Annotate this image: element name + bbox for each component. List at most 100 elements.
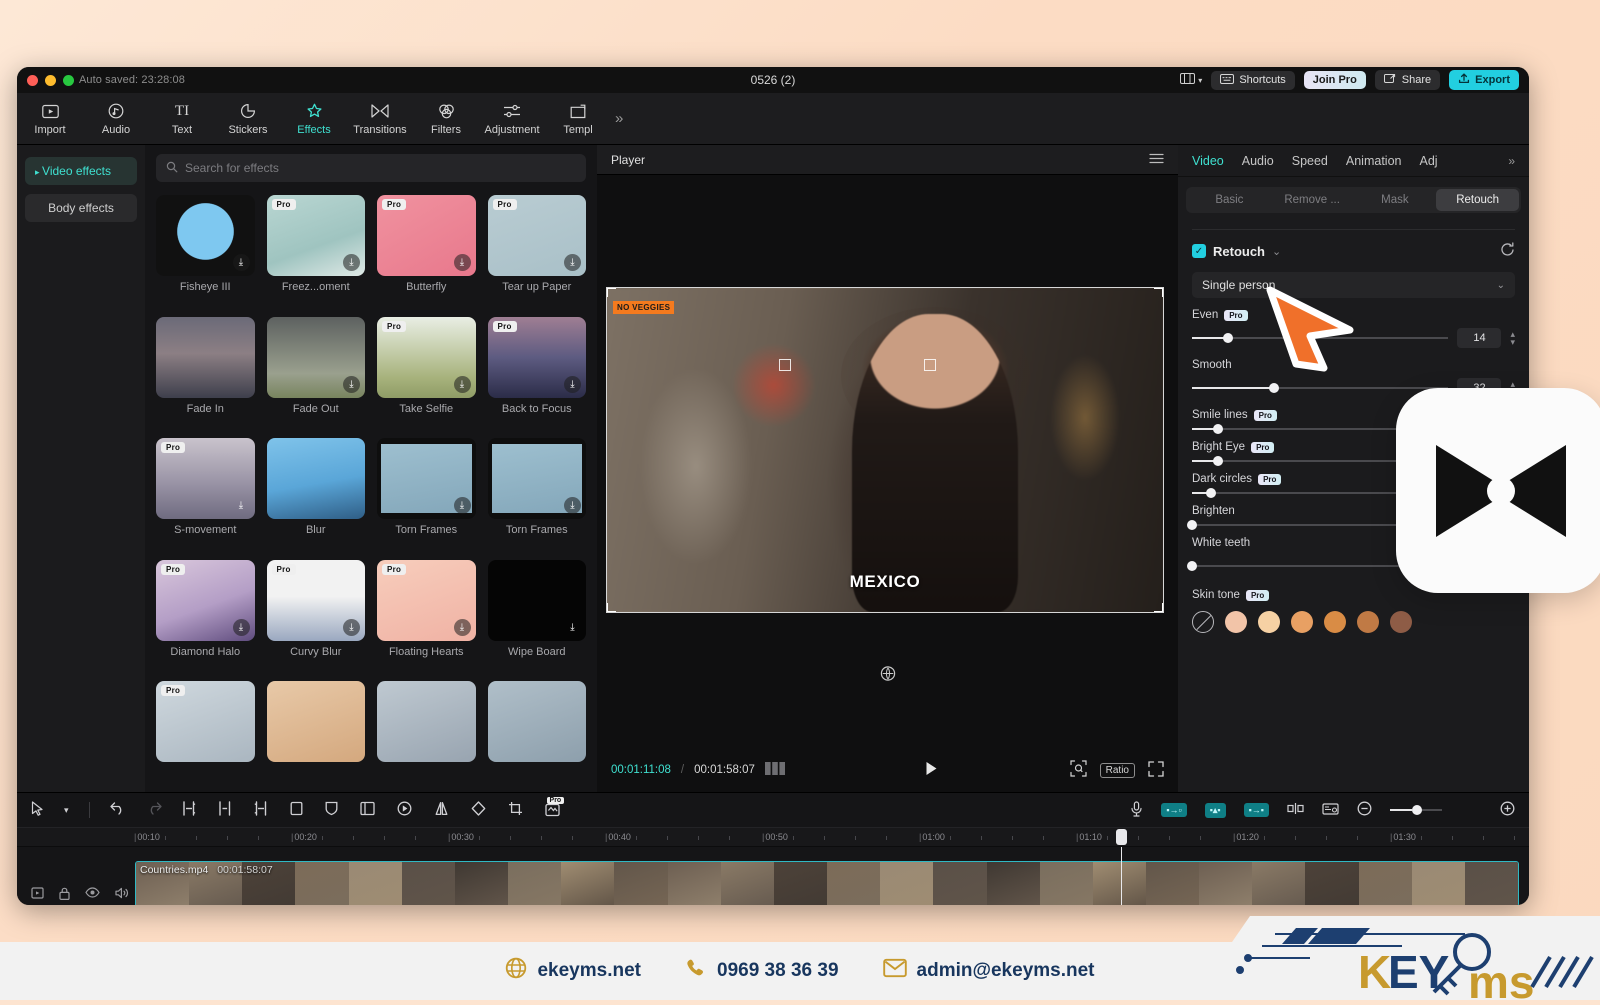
ribbon-item-stickers[interactable]: Stickers	[215, 102, 281, 136]
slider-value[interactable]: 14	[1457, 328, 1502, 348]
effect-thumbnail[interactable]: Pro ⤓	[487, 316, 586, 398]
download-icon[interactable]: ⤓	[343, 375, 360, 393]
effect-thumbnail[interactable]: Pro ⤓	[156, 438, 255, 520]
footer-email[interactable]: admin@ekeyms.net	[882, 958, 1095, 984]
effect-thumbnail[interactable]: Pro ⤓	[377, 316, 476, 398]
inspector-tab-speed[interactable]: Speed	[1292, 154, 1328, 168]
snapshot-icon[interactable]	[1322, 802, 1339, 819]
ribbon-item-transitions[interactable]: Transitions	[347, 102, 413, 136]
effect-thumbnail[interactable]	[266, 681, 365, 763]
slider-knob[interactable]	[1187, 520, 1197, 530]
inspector-tab-video[interactable]: Video	[1192, 154, 1224, 168]
mirror-icon[interactable]	[434, 801, 449, 819]
download-icon[interactable]: ⤓	[232, 618, 250, 636]
effect-item[interactable]	[487, 681, 586, 785]
skin-tone-swatch[interactable]	[1324, 611, 1346, 633]
align-icon[interactable]	[1287, 802, 1304, 818]
download-icon[interactable]: ⤓	[453, 618, 471, 636]
handle-bottom-left[interactable]	[607, 603, 616, 612]
eye-icon[interactable]	[85, 887, 100, 903]
effect-thumbnail[interactable]: Pro	[156, 681, 255, 763]
selection-handles-mid[interactable]	[607, 359, 1163, 437]
effect-item[interactable]: ⤓ Torn Frames	[377, 438, 476, 554]
caption-c-icon[interactable]: ▪→▪	[1243, 803, 1269, 817]
download-icon[interactable]: ⤓	[453, 497, 471, 515]
fullscreen-icon[interactable]	[1148, 760, 1164, 780]
timeline-ruler[interactable]: 00:10 00:20 00:30 00:40 00:50 01:00 01:10 01:20…	[17, 827, 1529, 847]
rotate-icon[interactable]	[471, 801, 486, 819]
search-input[interactable]: Search for effects	[156, 154, 586, 182]
effect-item[interactable]: ⤓ Fade Out	[266, 316, 365, 433]
split-icon[interactable]	[218, 801, 232, 819]
play-button[interactable]	[925, 761, 938, 780]
handle-top-left[interactable]	[607, 288, 616, 297]
shield-icon[interactable]	[325, 801, 338, 819]
effect-item[interactable]: Pro ⤓ Floating Hearts	[377, 559, 476, 676]
effect-item[interactable]: Pro ⤓ Curvy Blur	[266, 559, 365, 676]
share-button[interactable]: Share	[1374, 70, 1441, 90]
lock-icon[interactable]	[59, 887, 70, 903]
segment-mask[interactable]: Mask	[1354, 189, 1437, 211]
effect-item[interactable]	[377, 681, 476, 785]
handle-top-right[interactable]	[1154, 288, 1163, 297]
effect-thumbnail[interactable]: ⤓	[156, 195, 255, 276]
effect-item[interactable]: Pro ⤓ Back to Focus	[487, 316, 586, 433]
handle-bottom-right[interactable]	[1154, 603, 1163, 612]
ratio-button[interactable]: Ratio	[1099, 762, 1135, 778]
layout-switch-button[interactable]: ▾	[1180, 73, 1202, 87]
retouch-checkbox[interactable]: ✓	[1192, 244, 1206, 258]
inspector-tab-adj[interactable]: Adj	[1419, 154, 1437, 168]
effect-thumbnail[interactable]: ⤓	[377, 438, 476, 520]
retouch-toggle-row[interactable]: ✓ Retouch ⌄	[1192, 242, 1515, 260]
crop-frame-icon[interactable]	[359, 801, 375, 819]
download-icon[interactable]: ⤓	[232, 254, 250, 271]
effect-item[interactable]: Pro ⤓ S-movement	[156, 438, 255, 554]
ribbon-item-text[interactable]: TI Text	[149, 102, 215, 136]
skin-tone-swatch[interactable]	[1357, 611, 1379, 633]
effect-item[interactable]: Blur	[266, 438, 365, 554]
inspector-tabs-more-icon[interactable]: »	[1508, 154, 1515, 168]
skin-tone-swatch[interactable]	[1258, 611, 1280, 633]
skin-tone-none[interactable]	[1192, 611, 1214, 633]
effect-thumbnail[interactable]	[487, 681, 586, 763]
slider-knob[interactable]	[1212, 456, 1223, 466]
crop-icon[interactable]	[508, 801, 523, 819]
delete-icon[interactable]	[290, 801, 303, 819]
effect-thumbnail[interactable]: Pro ⤓	[266, 195, 365, 276]
effect-item[interactable]: Pro ⤓ Take Selfie	[377, 316, 476, 433]
split-right-icon[interactable]	[254, 801, 268, 819]
sidebar-item-video-effects[interactable]: Video effects	[25, 157, 137, 185]
mute-icon[interactable]	[115, 887, 130, 903]
effect-thumbnail[interactable]: ⤓	[487, 438, 586, 520]
join-pro-button[interactable]: Join Pro	[1303, 71, 1366, 89]
effect-thumbnail[interactable]: Pro ⤓	[377, 195, 476, 276]
download-icon[interactable]: ⤓	[343, 254, 360, 271]
caption-b-icon[interactable]: ▪▴▪	[1204, 802, 1226, 818]
ribbon-item-template[interactable]: Templ	[545, 102, 611, 136]
ribbon-item-import[interactable]: Import	[17, 102, 83, 136]
handle-mid-right[interactable]	[923, 359, 936, 372]
download-icon[interactable]: ⤓	[564, 619, 581, 636]
effect-item[interactable]: Pro ⤓ Tear up Paper	[487, 195, 586, 311]
sidebar-item-body-effects[interactable]: Body effects	[25, 194, 137, 222]
ribbon-item-audio[interactable]: Audio	[83, 102, 149, 136]
close-window-button[interactable]	[27, 74, 38, 86]
segment-retouch[interactable]: Retouch	[1436, 189, 1519, 211]
zoom-slider[interactable]	[1390, 805, 1442, 815]
effect-item[interactable]: Pro ⤓ Freez...oment	[266, 195, 365, 311]
download-icon[interactable]: ⤓	[564, 254, 581, 271]
footer-phone[interactable]: 0969 38 36 39	[685, 957, 839, 985]
effect-item[interactable]: Pro ⤓ Diamond Halo	[156, 559, 255, 676]
ribbon-more-button[interactable]: »	[615, 110, 623, 127]
segment-remove[interactable]: Remove ...	[1271, 189, 1354, 211]
maximize-window-button[interactable]	[63, 74, 74, 86]
effect-thumbnail[interactable]: ⤓	[487, 559, 586, 641]
download-icon[interactable]: ⤓	[233, 497, 250, 514]
slider-stepper[interactable]: ▴▾	[1510, 330, 1515, 347]
effect-thumbnail[interactable]: Pro ⤓	[487, 195, 586, 276]
effect-item[interactable]: ⤓ Torn Frames	[487, 438, 586, 554]
segment-basic[interactable]: Basic	[1188, 189, 1271, 211]
select-arrow-icon[interactable]	[31, 801, 44, 819]
zoom-in-icon[interactable]	[1500, 801, 1515, 819]
split-left-icon[interactable]	[182, 801, 196, 819]
